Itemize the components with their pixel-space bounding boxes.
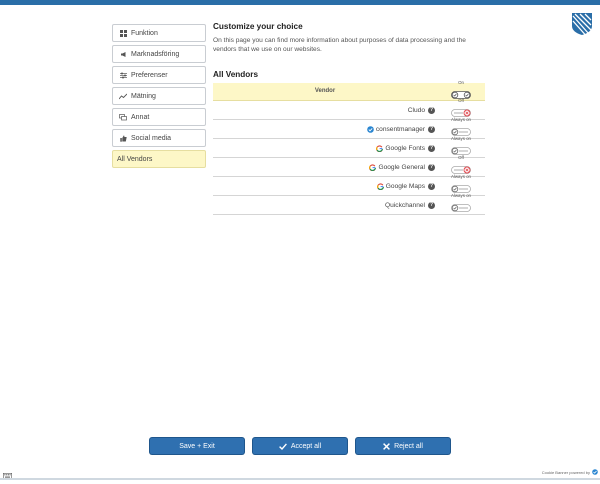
reject-all-label: Reject all bbox=[394, 442, 423, 450]
vendor-name: consentmanager bbox=[375, 125, 425, 133]
toggle-state-label: Always on bbox=[450, 136, 471, 141]
help-icon[interactable]: ? bbox=[428, 182, 435, 190]
accept-all-label: Accept all bbox=[290, 442, 322, 450]
help-icon[interactable]: ? bbox=[428, 163, 435, 171]
chart-line-icon bbox=[118, 93, 128, 100]
vendor-row: Cludo ? Off bbox=[213, 98, 485, 120]
vendor-row: Google Fonts ? Always on bbox=[213, 136, 485, 158]
vendor-row: Quickchannel ? Always on bbox=[213, 193, 485, 217]
vendor-table-header: Vendor On bbox=[213, 79, 485, 101]
vendor-name-cell: Google Maps ? bbox=[376, 177, 435, 195]
sliders-icon bbox=[118, 72, 128, 79]
sidebar-item-label: Social media bbox=[131, 134, 172, 142]
close-icon bbox=[383, 442, 391, 450]
check-icon bbox=[278, 442, 287, 450]
thumbs-up-icon bbox=[118, 134, 128, 142]
help-icon[interactable]: ? bbox=[428, 144, 435, 152]
vendor-name: Quickchannel bbox=[385, 201, 425, 209]
sidebar-item-annat[interactable]: Annat bbox=[112, 108, 206, 126]
grid-icon bbox=[118, 29, 128, 37]
vendor-column-header: Vendor bbox=[314, 88, 336, 94]
sidebar-item-label: All Vendors bbox=[117, 155, 153, 163]
powered-by-text: Cookie Banner powered by bbox=[541, 469, 590, 475]
page-description: On this page you can find more informati… bbox=[213, 37, 466, 53]
sidebar-item-label: Marknadsföring bbox=[131, 50, 180, 58]
accept-all-button[interactable]: Accept all bbox=[253, 438, 347, 454]
vendor-name-cell: Cludo ? bbox=[408, 101, 435, 119]
vendor-name-cell: consentmanager ? bbox=[367, 120, 435, 138]
sidebar-item-preferenser[interactable]: Preferenser bbox=[112, 66, 206, 84]
vendor-name: Google Fonts bbox=[385, 144, 425, 152]
save-exit-label: Save + Exit bbox=[179, 442, 215, 450]
vendor-name-cell: Google General ? bbox=[369, 158, 435, 176]
vendors-heading: All Vendors bbox=[213, 70, 259, 79]
google-logo-icon bbox=[376, 182, 384, 190]
toggle-state-label: Off bbox=[458, 155, 464, 160]
keyboard-icon[interactable] bbox=[3, 466, 12, 484]
powered-by[interactable]: Cookie Banner powered by bbox=[542, 469, 598, 475]
sidebar-item-all-vendors[interactable]: All Vendors bbox=[112, 150, 206, 168]
google-logo-icon bbox=[376, 144, 384, 152]
vendor-name-cell: Quickchannel ? bbox=[385, 196, 435, 214]
site-logo bbox=[572, 13, 592, 35]
toggle-state-label: Off bbox=[458, 98, 464, 103]
vendor-row: consentmanager ? Always on bbox=[213, 117, 485, 139]
toggle-state-label: Always on bbox=[450, 174, 471, 179]
vendor-name: Google Maps bbox=[385, 182, 425, 190]
vendor-toggle-cell: Always on bbox=[437, 193, 485, 217]
toggle-state-label: Always on bbox=[450, 193, 471, 198]
content-intro: Customize your choice On this page you c… bbox=[213, 22, 485, 54]
save-exit-button[interactable]: Save + Exit bbox=[150, 438, 244, 454]
megaphone-icon bbox=[118, 51, 128, 58]
sidebar-item-funktion[interactable]: Funktion bbox=[112, 24, 206, 42]
help-icon[interactable]: ? bbox=[428, 125, 435, 133]
master-toggle-label: On bbox=[458, 79, 464, 85]
sidebar-item-label: Funktion bbox=[131, 29, 158, 37]
sidebar-item-label: Annat bbox=[131, 113, 150, 121]
sidebar-item-marknadsforing[interactable]: Marknadsföring bbox=[112, 45, 206, 63]
sidebar-item-label: Preferenser bbox=[131, 71, 168, 79]
vendor-name: Cludo bbox=[407, 106, 425, 114]
vendor-name-cell: Google Fonts ? bbox=[376, 139, 435, 157]
top-accent-bar bbox=[0, 0, 600, 5]
sidebar-item-social-media[interactable]: Social media bbox=[112, 129, 206, 147]
vendor-row: Google General ? Off bbox=[213, 155, 485, 177]
help-icon[interactable]: ? bbox=[428, 201, 435, 209]
reject-all-button[interactable]: Reject all bbox=[356, 438, 450, 454]
sidebar-item-matning[interactable]: Mätning bbox=[112, 87, 206, 105]
vendor-table: Vendor On Cludo ? Off consentmanager ? A… bbox=[213, 79, 485, 217]
help-icon[interactable]: ? bbox=[428, 106, 435, 114]
consentmanager-logo-icon bbox=[592, 469, 598, 475]
sidebar-item-label: Mätning bbox=[131, 92, 156, 100]
chat-icon bbox=[118, 113, 128, 121]
page-title: Customize your choice bbox=[213, 22, 303, 31]
vendor-name: Google General bbox=[378, 163, 425, 171]
google-logo-icon bbox=[369, 163, 377, 171]
toggle-always-on bbox=[451, 199, 471, 217]
vendor-row: Google Maps ? Always on bbox=[213, 174, 485, 196]
purpose-sidebar: Funktion Marknadsföring Preferenser Mätn… bbox=[112, 24, 206, 171]
toggle-state-label: Always on bbox=[450, 117, 471, 122]
consentmanager-logo-icon bbox=[367, 125, 374, 133]
